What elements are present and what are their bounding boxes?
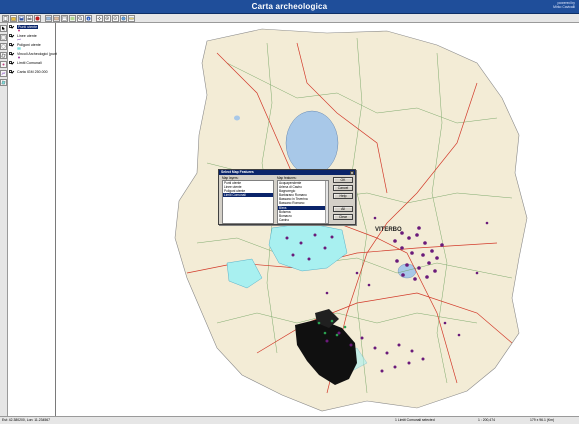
point-symbol-icon xyxy=(18,29,20,32)
select-rectangle-icon[interactable] xyxy=(0,34,7,41)
polygon-symbol-icon xyxy=(17,47,21,50)
dialog-title: Select Map Features xyxy=(219,170,355,175)
ok-button[interactable]: OK xyxy=(333,177,353,183)
layer-label: Limiti Comunali xyxy=(17,60,42,65)
full-extent-icon[interactable] xyxy=(120,14,127,22)
layer-remove-icon[interactable] xyxy=(53,14,60,22)
select-arrow-icon[interactable] xyxy=(0,25,7,32)
features-scrollbar[interactable] xyxy=(325,181,328,223)
layer-label: Poligoni utente xyxy=(17,42,41,47)
status-scale: 1 : 200,474 xyxy=(478,418,495,422)
new-icon[interactable] xyxy=(2,14,9,22)
map-icon[interactable] xyxy=(69,14,76,22)
layer-label: Linee utente xyxy=(17,33,37,38)
layer-legend-panel: Punti utente Linee utente Poligoni utent… xyxy=(8,23,60,416)
draw-point-icon[interactable] xyxy=(0,61,7,68)
layer-visibility-checkbox[interactable] xyxy=(9,25,12,28)
draw-line-icon[interactable] xyxy=(0,70,7,77)
map-layers-list[interactable]: Punti utente Linee utente Poligoni utent… xyxy=(222,180,274,224)
cancel-button[interactable]: Cancel xyxy=(333,185,353,191)
map-features-list[interactable]: Acquapendente Arlena di Castro Bagnoregi… xyxy=(277,180,329,224)
select-all-button[interactable]: All xyxy=(333,206,353,212)
brand-line-2: Mirko Cavicalli xyxy=(553,5,575,9)
toolbar-separator xyxy=(93,15,95,22)
layer-visibility-checkbox[interactable] xyxy=(9,43,12,46)
open-icon[interactable] xyxy=(10,14,17,22)
map-feature-option[interactable]: Canino xyxy=(278,218,328,222)
select-radius-icon[interactable] xyxy=(0,43,7,50)
status-bar: Est: 42.380200, Lon: 11.234567 1 Limiti … xyxy=(0,416,579,424)
lake-bolsena xyxy=(285,110,339,176)
toolbar-separator xyxy=(42,15,44,22)
status-selection: 1 Limiti Comunali selected xyxy=(395,418,435,422)
select-map-features-dialog: Select Map Features × Map layers: Punti … xyxy=(218,169,356,225)
stop-icon[interactable] xyxy=(34,14,41,22)
left-tool-strip xyxy=(0,23,8,416)
layer-item-carta-igm[interactable]: Carta IGM 250.000 xyxy=(9,70,55,79)
point-symbol-icon xyxy=(18,56,20,59)
brand-credit: powered by Mirko Cavicalli xyxy=(553,1,575,9)
close-icon[interactable]: × xyxy=(350,170,354,175)
measure-icon[interactable] xyxy=(128,14,135,22)
main-toolbar xyxy=(0,14,579,23)
layer-label: Punti utente xyxy=(17,24,39,29)
line-symbol-icon xyxy=(17,38,21,41)
status-coordinates: Est: 42.380200, Lon: 11.234567 xyxy=(2,418,51,422)
query-icon[interactable] xyxy=(77,14,84,22)
layer-add-icon[interactable] xyxy=(45,14,52,22)
map-layer-option-selected[interactable]: Limiti Comunali xyxy=(223,193,273,198)
print-icon[interactable] xyxy=(26,14,33,22)
save-icon[interactable] xyxy=(18,14,25,22)
clear-button[interactable]: Clear xyxy=(333,214,353,220)
title-bar: Carta archeologica powered by Mirko Cavi… xyxy=(0,0,579,14)
lake-mezzano xyxy=(234,115,240,121)
info-icon[interactable] xyxy=(85,14,92,22)
window-title: Carta archeologica xyxy=(251,2,328,11)
layer-visibility-checkbox[interactable] xyxy=(9,61,12,64)
status-extent: 179 x 96.1 (Km) xyxy=(530,418,555,422)
layer-visibility-checkbox[interactable] xyxy=(9,34,12,37)
table-icon[interactable] xyxy=(61,14,68,22)
zoom-out-icon[interactable] xyxy=(112,14,119,22)
select-polygon-icon[interactable] xyxy=(0,52,7,59)
draw-polygon-icon[interactable] xyxy=(0,79,7,86)
layer-visibility-checkbox[interactable] xyxy=(9,52,12,55)
help-button[interactable]: Help xyxy=(333,193,353,199)
layer-label: Carta IGM 250.000 xyxy=(17,69,48,74)
zoom-in-icon[interactable] xyxy=(104,14,111,22)
layer-label: Vincoli Archeologici (punti) xyxy=(17,51,60,56)
pan-icon[interactable] xyxy=(96,14,103,22)
layer-visibility-checkbox[interactable] xyxy=(9,70,12,73)
map-label-viterbo: VITERBO xyxy=(375,227,402,233)
